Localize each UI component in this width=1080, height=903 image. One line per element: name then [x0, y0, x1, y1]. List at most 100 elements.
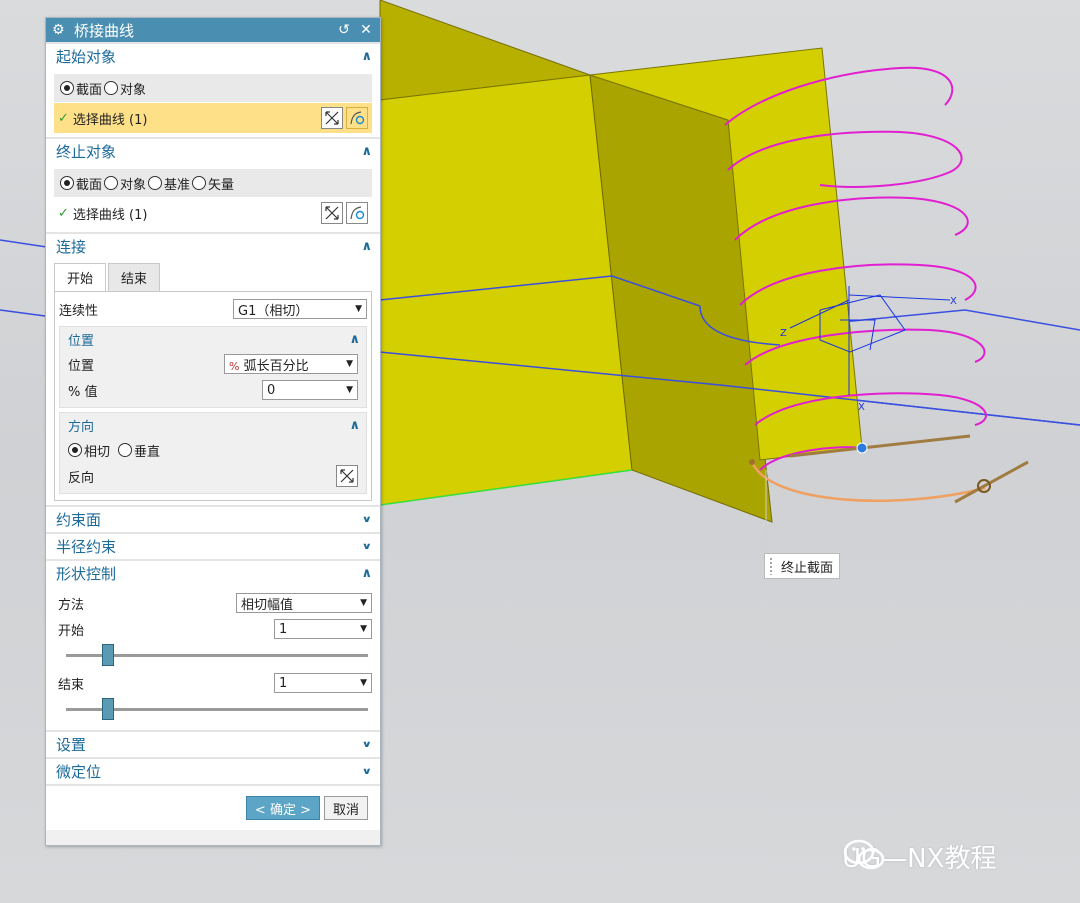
section-connection[interactable]: 连接 ∧ — [46, 232, 380, 259]
section-title: 形状控制 — [56, 565, 117, 583]
percent-input[interactable]: 0 ▼ — [262, 380, 358, 400]
svg-text:X: X — [950, 296, 957, 307]
continuity-dropdown[interactable]: G1（相切） ▼ — [233, 299, 367, 319]
chevron-up-icon[interactable]: ∧ — [349, 332, 360, 347]
start-magnitude-row: 开始 1 ▼ — [58, 616, 372, 642]
watermark: UG—NX教程 — [842, 838, 996, 875]
chevron-down-icon[interactable]: ∨ — [361, 514, 372, 525]
section-title: 约束面 — [56, 511, 102, 529]
ok-button[interactable]: < 确定 > — [245, 796, 320, 820]
section-title: 连接 — [56, 238, 87, 256]
direction-group-head[interactable]: 方向 ∧ — [60, 413, 366, 437]
chevron-down-icon[interactable]: ∨ — [361, 739, 372, 750]
radio-normal[interactable] — [118, 443, 133, 457]
method-dropdown[interactable]: 相切幅值 ▼ — [236, 593, 372, 613]
section-start-object[interactable]: 起始对象 ∧ — [46, 42, 380, 69]
radio-datum[interactable] — [148, 176, 163, 190]
select-curve-label: 选择曲线 (1) — [72, 207, 148, 223]
section-fine-position[interactable]: 微定位 ∨ — [46, 757, 380, 784]
check-icon: ✓ — [58, 110, 69, 126]
reset-icon[interactable]: ↺ — [336, 22, 352, 38]
reverse-direction-icon[interactable] — [336, 465, 358, 487]
close-icon[interactable]: ✕ — [358, 22, 374, 38]
connection-body: 开始 结束 连续性 G1（相切） ▼ 位置 ∧ 位置 % 弧长百分比 ▼ % 值… — [46, 259, 380, 505]
end-slider[interactable] — [66, 698, 368, 720]
section-title: 半径约束 — [56, 538, 117, 556]
chevron-up-icon[interactable]: ∧ — [349, 418, 360, 433]
cancel-button[interactable]: 取消 — [323, 796, 368, 820]
radio-label: 对象 — [120, 82, 147, 98]
slider-thumb[interactable] — [102, 698, 114, 720]
chevron-down-icon: ▼ — [360, 624, 367, 634]
connection-tabs: 开始 结束 — [54, 261, 372, 291]
chevron-down-icon: ▼ — [346, 359, 353, 369]
radio-section[interactable] — [60, 176, 74, 190]
radio-vector[interactable] — [192, 176, 207, 190]
radio-object[interactable] — [104, 81, 119, 95]
section-end-object[interactable]: 终止对象 ∧ — [46, 137, 380, 164]
tab-end[interactable]: 结束 — [108, 263, 161, 291]
section-title: 微定位 — [56, 763, 102, 781]
group-title: 方向 — [68, 419, 95, 435]
percent-label: % 值 — [68, 384, 98, 400]
svg-text:Z: Z — [780, 328, 787, 339]
chevron-down-icon: ▼ — [346, 385, 353, 395]
radio-label: 对象 — [120, 177, 147, 193]
start-select-curve[interactable]: ✓ 选择曲线 (1) — [54, 103, 372, 133]
tab-start[interactable]: 开始 — [54, 263, 107, 291]
section-constraint-face[interactable]: 约束面 ∨ — [46, 505, 380, 532]
radio-label: 截面 — [76, 177, 103, 193]
curve-select-icon[interactable] — [346, 202, 368, 224]
dropdown-value: 1 — [279, 621, 288, 637]
start-magnitude-input[interactable]: 1 ▼ — [274, 619, 372, 639]
section-title: 起始对象 — [56, 48, 117, 66]
reverse-label: 反向 — [68, 470, 95, 486]
end-section-callout: 终止截面 — [764, 553, 841, 579]
curve-select-icon[interactable] — [346, 107, 368, 129]
end-type-radios: 截面 对象 基准 矢量 — [54, 169, 372, 197]
end-select-curve[interactable]: ✓ 选择曲线 (1) — [54, 198, 372, 228]
position-dropdown[interactable]: % 弧长百分比 ▼ — [224, 354, 358, 374]
end-magnitude-input[interactable]: 1 ▼ — [274, 673, 372, 693]
direction-group-body: 相切 垂直 反向 — [60, 437, 366, 493]
deselect-icon[interactable] — [321, 107, 343, 129]
radio-label: 基准 — [164, 177, 191, 193]
radio-label: 垂直 — [134, 444, 161, 460]
dropdown-value: G1（相切） — [238, 303, 309, 319]
dialog-titlebar[interactable]: ⚙ 桥接曲线 ↺ ✕ — [46, 18, 380, 42]
chevron-down-icon[interactable]: ∨ — [361, 541, 372, 552]
chevron-up-icon[interactable]: ∧ — [361, 49, 372, 64]
dialog-footer: < 确定 > 取消 — [46, 784, 380, 830]
chevron-down-icon: ▼ — [360, 598, 367, 608]
method-row: 方法 相切幅值 ▼ — [58, 590, 372, 616]
radio-label: 矢量 — [208, 177, 235, 193]
chevron-down-icon[interactable]: ∨ — [361, 766, 372, 777]
radio-tangent[interactable] — [68, 443, 82, 457]
deselect-icon[interactable] — [321, 202, 343, 224]
start-slider[interactable] — [66, 644, 368, 666]
reverse-row: 反向 — [68, 463, 358, 489]
drag-grip-icon[interactable] — [769, 557, 773, 575]
section-radius-constraint[interactable]: 半径约束 ∨ — [46, 532, 380, 559]
dropdown-value: 1 — [279, 675, 288, 691]
check-icon: ✓ — [58, 205, 69, 221]
tab-panel: 连续性 G1（相切） ▼ 位置 ∧ 位置 % 弧长百分比 ▼ % 值 0 ▼ 方… — [54, 291, 372, 501]
gear-icon[interactable]: ⚙ — [52, 22, 68, 38]
radio-object[interactable] — [104, 176, 119, 190]
position-label: 位置 — [68, 358, 95, 374]
wechat-icon — [843, 839, 885, 870]
section-settings[interactable]: 设置 ∨ — [46, 730, 380, 757]
slider-thumb[interactable] — [102, 644, 114, 666]
group-title: 位置 — [68, 333, 95, 349]
chevron-up-icon[interactable]: ∧ — [361, 239, 372, 254]
chevron-up-icon[interactable]: ∧ — [361, 566, 372, 581]
method-label: 方法 — [58, 597, 85, 613]
position-group-head[interactable]: 位置 ∧ — [60, 327, 366, 351]
direction-group: 方向 ∧ 相切 垂直 反向 — [59, 412, 367, 494]
dropdown-value: 弧长百分比 — [243, 358, 309, 374]
section-shape-control[interactable]: 形状控制 ∧ — [46, 559, 380, 586]
radio-section[interactable] — [60, 81, 74, 95]
end-label: 结束 — [58, 677, 85, 693]
percent-arc-icon: % — [229, 359, 240, 373]
chevron-up-icon[interactable]: ∧ — [361, 144, 372, 159]
